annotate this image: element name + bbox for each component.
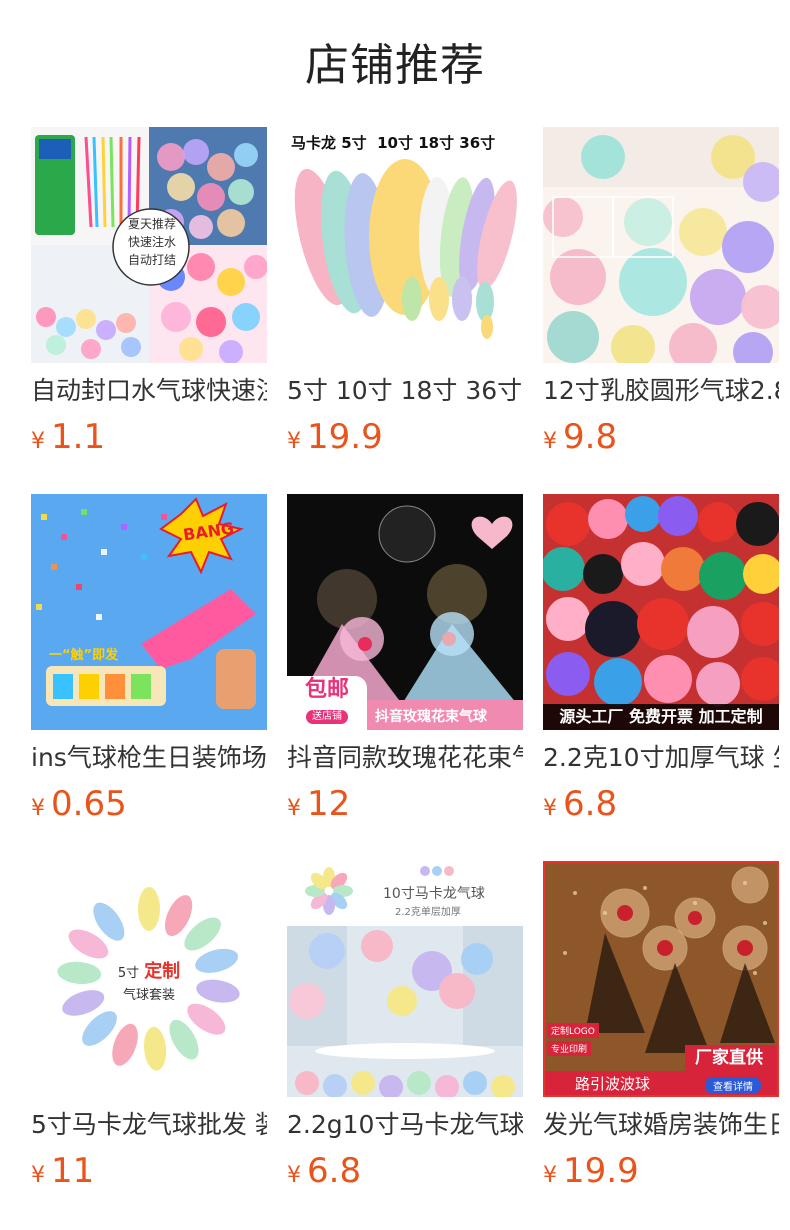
currency-symbol: ¥ bbox=[287, 1163, 301, 1188]
product-price: 19.9 bbox=[563, 1151, 639, 1191]
product-image[interactable]: 马卡龙 5寸 10寸 18寸 36寸 bbox=[287, 127, 523, 363]
product-card[interactable]: BANG 一“触”即发 ins气球枪生日装饰场景布置 ¥0.65 bbox=[31, 494, 267, 861]
price-row: ¥19.9 bbox=[543, 1151, 639, 1191]
image-title: 10寸马卡龙气球 bbox=[383, 886, 485, 902]
product-image[interactable] bbox=[543, 127, 779, 363]
image-factory-text: 厂家直供 bbox=[695, 1048, 763, 1068]
product-card[interactable]: 马卡龙 5寸 10寸 18寸 36寸 5寸 10寸 18寸 36寸马卡龙气球 ¥… bbox=[287, 127, 523, 494]
product-price: 1.1 bbox=[51, 417, 106, 457]
image-badge-text: 夏天推荐 快速注水 自动打结 bbox=[127, 217, 176, 267]
currency-symbol: ¥ bbox=[543, 429, 557, 454]
product-price: 12 bbox=[307, 784, 351, 824]
product-image[interactable]: 源头工厂 免费开票 加工定制 bbox=[543, 494, 779, 730]
product-price: 6.8 bbox=[307, 1151, 362, 1191]
product-price: 6.8 bbox=[563, 784, 618, 824]
currency-symbol: ¥ bbox=[31, 429, 45, 454]
product-image[interactable]: BANG 一“触”即发 bbox=[31, 494, 267, 730]
image-header-text: 马卡龙 5寸 10寸 18寸 36寸 bbox=[291, 134, 496, 152]
currency-symbol: ¥ bbox=[287, 429, 301, 454]
product-card[interactable]: 5寸 定制 气球套装 5寸马卡龙气球批发 装饰 ¥11 bbox=[31, 861, 267, 1228]
price-row: ¥19.9 bbox=[287, 417, 383, 457]
product-image[interactable]: 包邮 送店铺 抖音玫瑰花束气球 bbox=[287, 494, 523, 730]
product-name[interactable]: 2.2克10寸加厚气球 生日装饰 bbox=[543, 742, 779, 776]
product-name[interactable]: 2.2g10寸马卡龙气球 bbox=[287, 1109, 523, 1143]
product-name[interactable]: 发光气球婚房装饰生日 bbox=[543, 1109, 779, 1143]
product-name[interactable]: 12寸乳胶圆形气球2.8克 bbox=[543, 375, 779, 409]
currency-symbol: ¥ bbox=[31, 1163, 45, 1188]
price-row: ¥6.8 bbox=[543, 784, 617, 824]
product-image[interactable]: 定制LOGO 专业印刷 厂家直供 路引波波球 查看详情 bbox=[543, 861, 779, 1097]
product-name[interactable]: 抖音同款玫瑰花花束气球 bbox=[287, 742, 523, 776]
image-banner: 源头工厂 免费开票 加工定制 bbox=[559, 707, 763, 726]
currency-symbol: ¥ bbox=[543, 796, 557, 821]
product-name[interactable]: 5寸 10寸 18寸 36寸马卡龙气球 bbox=[287, 375, 523, 409]
image-subtitle: 2.2克单层加厚 bbox=[395, 907, 461, 918]
image-banner: 抖音玫瑰花束气球 bbox=[375, 709, 487, 725]
price-row: ¥11 bbox=[31, 1151, 94, 1191]
product-card[interactable]: 包邮 送店铺 抖音玫瑰花束气球 抖音同款玫瑰花花束气球 ¥12 bbox=[287, 494, 523, 861]
product-card[interactable]: 夏天推荐 快速注水 自动打结 自动封口水气球快速注水 ¥1.1 bbox=[31, 127, 267, 494]
price-row: ¥0.65 bbox=[31, 784, 127, 824]
currency-symbol: ¥ bbox=[543, 1163, 557, 1188]
product-image[interactable]: 5寸 定制 气球套装 bbox=[31, 861, 267, 1097]
price-row: ¥12 bbox=[287, 784, 350, 824]
product-card[interactable]: 源头工厂 免费开票 加工定制 2.2克10寸加厚气球 生日装饰 ¥6.8 bbox=[543, 494, 779, 861]
product-name[interactable]: 自动封口水气球快速注水 bbox=[31, 375, 267, 409]
price-row: ¥9.8 bbox=[543, 417, 617, 457]
product-card[interactable]: 12寸乳胶圆形气球2.8克 ¥9.8 bbox=[543, 127, 779, 494]
product-name[interactable]: ins气球枪生日装饰场景布置 bbox=[31, 742, 267, 776]
image-badge: 包邮 送店铺 bbox=[287, 676, 367, 730]
product-price: 11 bbox=[51, 1151, 95, 1191]
product-image[interactable]: 夏天推荐 快速注水 自动打结 bbox=[31, 127, 267, 363]
price-row: ¥6.8 bbox=[287, 1151, 361, 1191]
page-title: 店铺推荐 bbox=[305, 40, 485, 91]
image-tag-logo: 定制LOGO bbox=[547, 1023, 599, 1038]
product-image[interactable]: 10寸马卡龙气球 2.2克单层加厚 bbox=[287, 861, 523, 1097]
product-price: 9.8 bbox=[563, 417, 618, 457]
image-tag-text: 一“触”即发 bbox=[49, 648, 119, 663]
product-card[interactable]: 定制LOGO 专业印刷 厂家直供 路引波波球 查看详情 发光气球婚房装饰生日 ¥… bbox=[543, 861, 779, 1228]
price-row: ¥1.1 bbox=[31, 417, 105, 457]
image-tag-print: 专业印刷 bbox=[547, 1041, 592, 1056]
currency-symbol: ¥ bbox=[31, 796, 45, 821]
product-grid: 夏天推荐 快速注水 自动打结 自动封口水气球快速注水 ¥1.1 bbox=[31, 127, 779, 1228]
product-price: 0.65 bbox=[51, 784, 127, 824]
image-center-text: 5寸 定制 气球套装 bbox=[117, 961, 181, 1003]
view-details-button[interactable]: 查看详情 bbox=[705, 1077, 761, 1094]
currency-symbol: ¥ bbox=[287, 796, 301, 821]
product-price: 19.9 bbox=[307, 417, 383, 457]
product-name[interactable]: 5寸马卡龙气球批发 装饰 bbox=[31, 1109, 267, 1143]
product-card[interactable]: 10寸马卡龙气球 2.2克单层加厚 2.2g10寸马卡龙气球 ¥6.8 bbox=[287, 861, 523, 1228]
image-banner: 路引波波球 bbox=[575, 1075, 651, 1093]
